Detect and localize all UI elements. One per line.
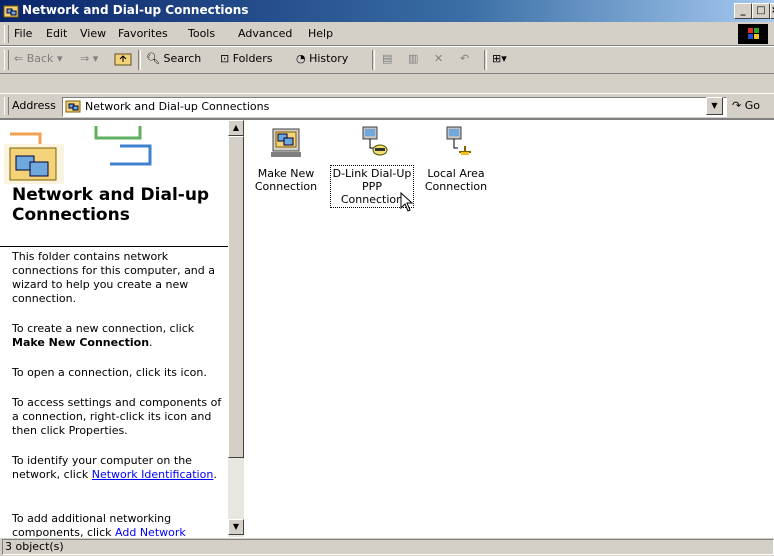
- views-icon: ⊞▾: [492, 52, 507, 65]
- chevron-down-icon: ▼: [711, 101, 718, 110]
- scroll-thumb[interactable]: [228, 136, 244, 458]
- info-text-create-prefix: To create a new connection, click: [12, 322, 195, 335]
- move-to-button[interactable]: ▤: [382, 52, 392, 65]
- folders-button[interactable]: ⊡ Folders: [220, 52, 272, 65]
- views-button[interactable]: ⊞▾: [492, 52, 507, 65]
- page-title: Network and Dial-up Connections: [12, 185, 210, 225]
- history-icon: ◔: [296, 52, 306, 65]
- windows-logo-icon: [738, 24, 768, 44]
- explorer-window: Network and Dial-up Connections _ □ × Fi…: [0, 0, 774, 556]
- lan-connection-label-line2: Connection: [424, 180, 488, 193]
- back-button[interactable]: ⇐ Back ▾: [14, 52, 62, 65]
- history-button[interactable]: ◔ History: [296, 52, 348, 65]
- scroll-down-button[interactable]: ▼: [228, 519, 244, 535]
- chevron-down-icon: ▼: [232, 522, 240, 531]
- network-folder-icon: [65, 100, 81, 113]
- toolbar-separator: [138, 50, 141, 70]
- undo-button[interactable]: ↶: [460, 52, 469, 65]
- address-bar: Address Network and Dial-up Connections …: [0, 93, 774, 119]
- info-pane-scrollbar[interactable]: ▲ ▼: [228, 120, 244, 537]
- network-folder-icon: [3, 5, 19, 18]
- copy-to-button[interactable]: ▥: [408, 52, 418, 65]
- lan-connection-label: Local Area Connection: [416, 167, 496, 193]
- search-button[interactable]: 🔍︎ Search: [146, 52, 201, 65]
- copy-to-icon: ▥: [408, 52, 419, 65]
- forward-arrow-icon: ⇒ ▾: [80, 52, 99, 65]
- address-grip[interactable]: [4, 97, 9, 115]
- connections-view[interactable]: Make New Connection D-Link Dial-Up PPP C…: [244, 120, 774, 537]
- close-icon[interactable]: ×: [770, 3, 774, 19]
- scroll-up-button[interactable]: ▲: [228, 120, 244, 136]
- toolbar-grip[interactable]: [4, 50, 9, 70]
- forward-button[interactable]: ⇒ ▾: [80, 52, 98, 65]
- info-text-open: To open a connection, click its icon.: [12, 366, 207, 379]
- chevron-up-icon: ▲: [232, 123, 240, 132]
- make-new-connection-text: Make New Connection: [12, 336, 150, 349]
- network-identification-link[interactable]: Network Identification: [92, 468, 214, 481]
- dialup-connection-label-line1: D-Link Dial-Up: [332, 167, 412, 180]
- window-title: Network and Dial-up Connections: [22, 3, 249, 17]
- history-label: History: [309, 52, 349, 65]
- add-network-components-link[interactable]: Add Network: [115, 526, 186, 537]
- title-divider: [0, 246, 228, 247]
- make-new-connection-label: Make New Connection: [246, 167, 326, 193]
- menu-edit[interactable]: Edit: [46, 27, 67, 40]
- dialup-connection-icon: [362, 126, 388, 156]
- undo-icon: ↶: [460, 52, 470, 65]
- info-text-create-suffix: .: [149, 336, 153, 349]
- address-dropdown-button[interactable]: ▼: [706, 97, 723, 115]
- make-new-connection-icon: [271, 128, 301, 157]
- move-to-icon: ▤: [382, 52, 393, 65]
- menu-bar: File Edit View Favorites Tools Advanced …: [0, 23, 774, 46]
- make-new-connection-label-line2: Connection: [254, 180, 318, 193]
- menu-file[interactable]: File: [14, 27, 32, 40]
- menu-grip[interactable]: [4, 25, 9, 43]
- make-new-connection-label-line1: Make New: [257, 167, 315, 180]
- maximize-icon[interactable]: □: [752, 3, 770, 19]
- back-label: Back: [26, 52, 54, 65]
- up-folder-icon: [114, 53, 132, 66]
- info-text-intro: This folder contains network connections…: [12, 250, 216, 305]
- delete-button[interactable]: ✕: [434, 52, 443, 65]
- menu-favorites[interactable]: Favorites: [118, 27, 168, 40]
- mouse-pointer-icon: [400, 192, 414, 212]
- minimize-icon[interactable]: _: [734, 3, 752, 19]
- menu-advanced[interactable]: Advanced: [238, 27, 292, 40]
- menu-help[interactable]: Help: [308, 27, 333, 40]
- toolbar-separator: [484, 50, 487, 70]
- go-button[interactable]: ↷ Go: [732, 99, 760, 112]
- standard-toolbar: ⇐ Back ▾ ⇒ ▾ 🔍︎ Search ⊡ Folders ◔ Histo…: [0, 46, 774, 74]
- folders-icon: ⊡: [220, 52, 230, 65]
- make-new-connection-item[interactable]: Make New Connection: [246, 120, 326, 193]
- menu-view[interactable]: View: [80, 27, 106, 40]
- back-dropdown-icon: ▾: [56, 52, 63, 65]
- go-arrow-icon: ↷: [732, 99, 742, 112]
- address-value: Network and Dial-up Connections: [85, 100, 270, 113]
- lan-connection-label-line1: Local Area: [427, 167, 485, 180]
- info-text-add: To add additional networking components,…: [12, 512, 222, 537]
- address-field[interactable]: Network and Dial-up Connections: [62, 97, 727, 117]
- status-text: 3 object(s): [2, 539, 774, 555]
- status-bar: 3 object(s): [0, 537, 774, 556]
- back-arrow-icon: ⇐: [14, 52, 24, 65]
- menu-tools[interactable]: Tools: [188, 27, 215, 40]
- title-bar[interactable]: Network and Dial-up Connections _ □ ×: [0, 0, 774, 22]
- lan-connection-icon: [446, 126, 471, 155]
- toolbar-separator: [372, 50, 375, 70]
- search-label: Search: [163, 52, 202, 65]
- info-pane: Network and Dial-up Connections This fol…: [0, 120, 228, 537]
- up-folder-button[interactable]: [114, 50, 132, 69]
- search-icon: 🔍︎: [146, 52, 160, 65]
- info-text-identify: To identify your computer on the network…: [12, 454, 222, 482]
- info-text-properties: To access settings and components of a c…: [12, 396, 222, 437]
- address-label: Address: [12, 99, 56, 112]
- info-text-identify-suffix: .: [213, 468, 217, 481]
- info-text-create: To create a new connection, click Make N…: [12, 322, 222, 350]
- lan-connection-item[interactable]: Local Area Connection: [416, 120, 496, 193]
- go-label: Go: [744, 99, 760, 112]
- content-area: Network and Dial-up Connections This fol…: [0, 119, 774, 537]
- folders-label: Folders: [232, 52, 273, 65]
- delete-icon: ✕: [434, 52, 444, 65]
